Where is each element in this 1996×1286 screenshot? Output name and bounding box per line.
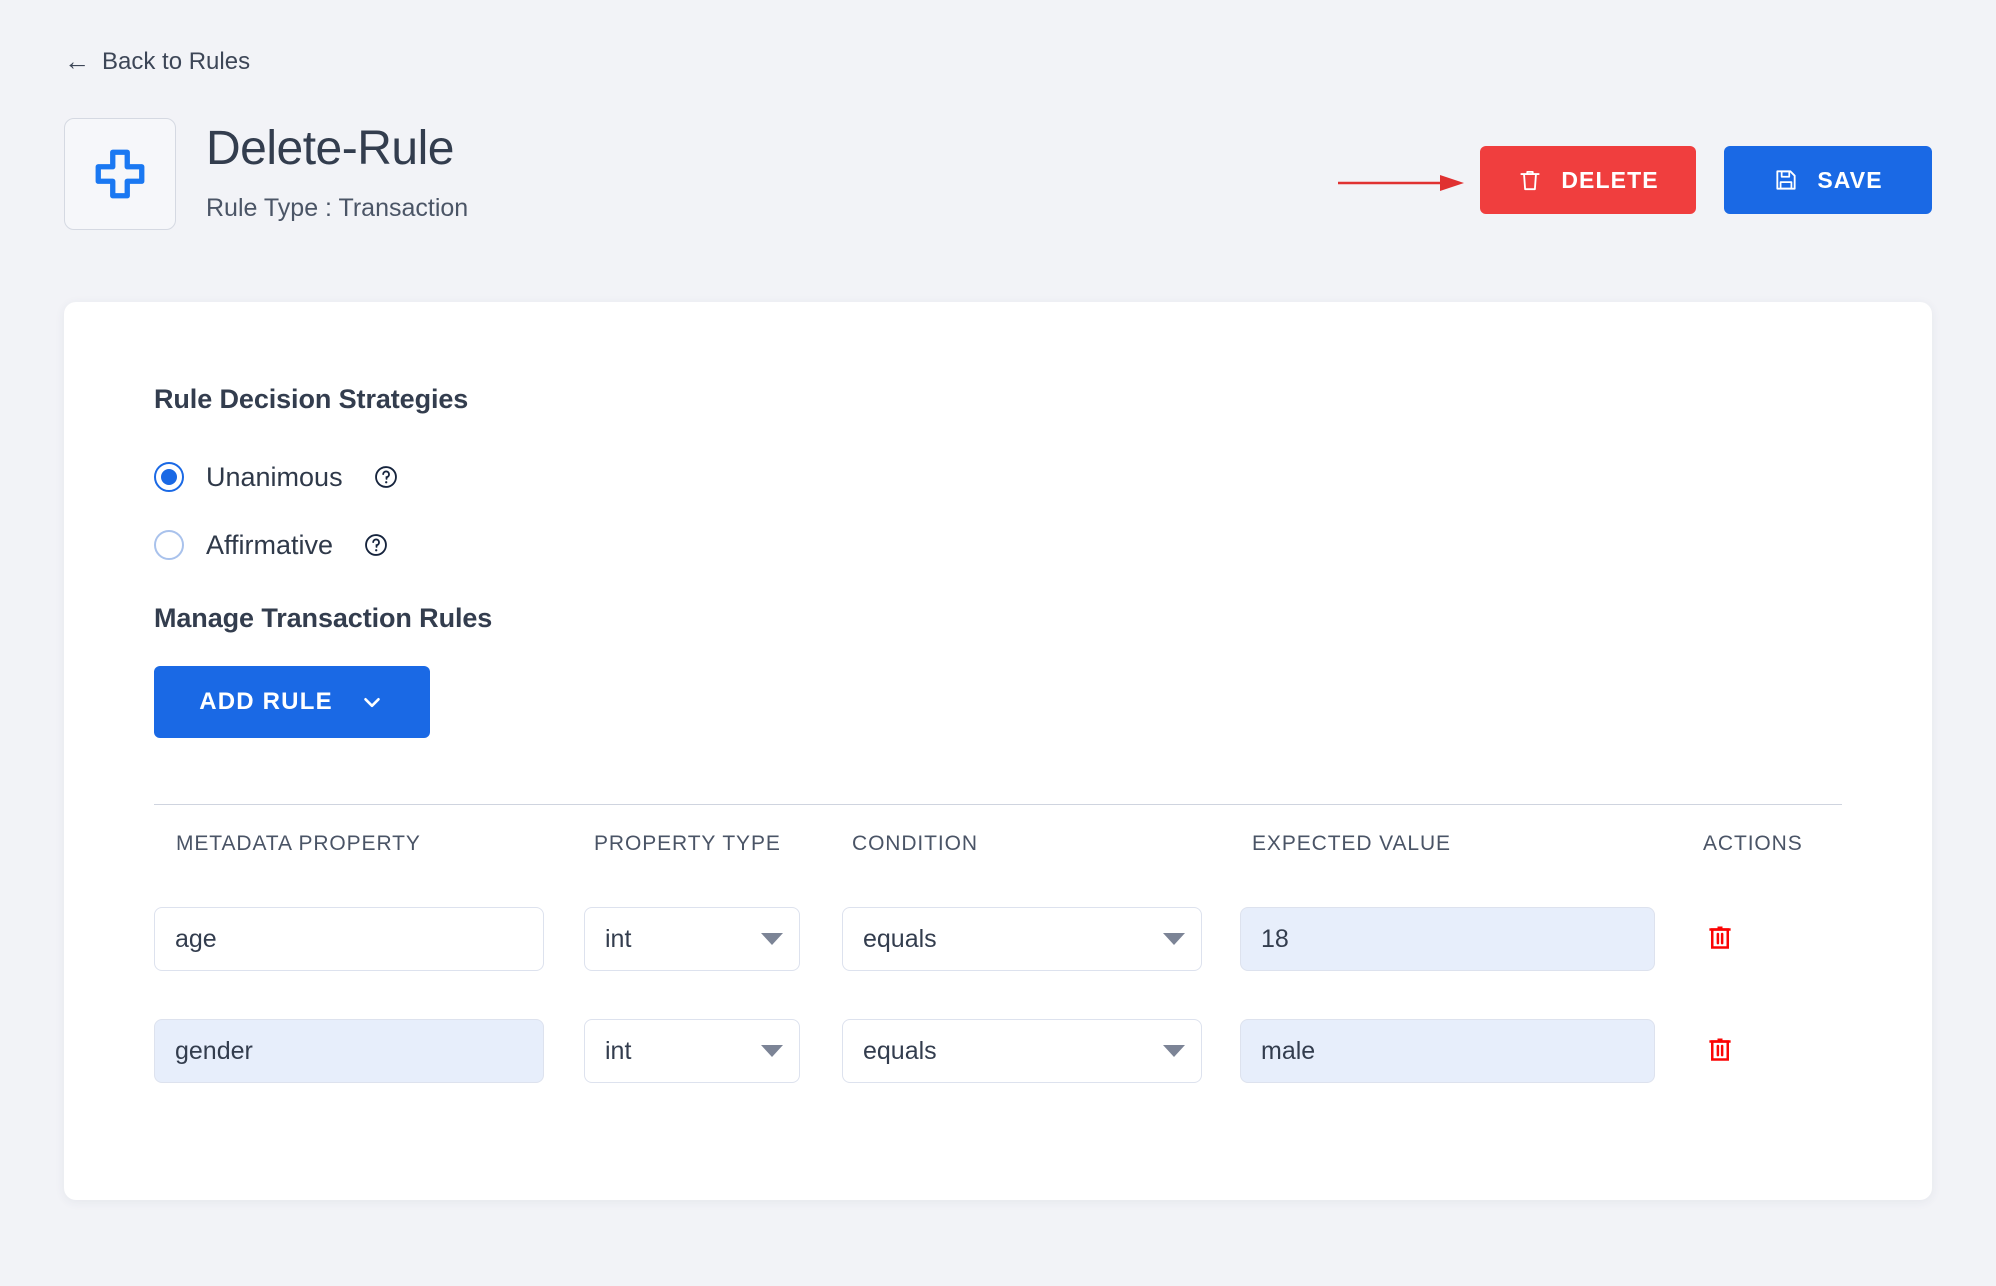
metadata-property-input-row-2[interactable]: gender: [154, 1019, 544, 1083]
trash-icon: [1709, 1038, 1731, 1061]
page-title: Delete-Rule: [206, 122, 454, 175]
column-header-expected-value: EXPECTED VALUE: [1252, 832, 1451, 855]
table-row: gender int equals male: [154, 995, 1842, 1107]
question-circle-icon-affirmative[interactable]: [363, 532, 389, 558]
question-circle-icon-unanimous[interactable]: [373, 464, 399, 490]
strategies-heading: Rule Decision Strategies: [154, 384, 469, 414]
table-row: age int equals 18: [154, 883, 1842, 995]
condition-select-row-1[interactable]: equals: [842, 907, 1202, 971]
save-button[interactable]: SAVE: [1724, 146, 1932, 214]
trash-icon: [1520, 170, 1540, 191]
trash-icon: [1709, 926, 1731, 949]
radio-option-affirmative[interactable]: Affirmative: [154, 517, 1932, 573]
radio-indicator-unanimous[interactable]: [154, 462, 184, 492]
add-rule-button[interactable]: ADD RULE: [154, 666, 430, 738]
column-header-metadata-property: METADATA PROPERTY: [176, 832, 421, 855]
delete-button[interactable]: DELETE: [1480, 146, 1696, 214]
expected-value-input-row-1[interactable]: 18: [1240, 907, 1655, 971]
add-rule-label: ADD RULE: [199, 688, 333, 715]
delete-row-button-row-2[interactable]: [1705, 1034, 1735, 1064]
condition-select-row-2[interactable]: equals: [842, 1019, 1202, 1083]
delete-row-button-row-1[interactable]: [1705, 922, 1735, 952]
back-to-rules-link[interactable]: ← Back to Rules: [64, 48, 250, 76]
rule-detail-page: ← Back to Rules Delete-Rule Rule Type : …: [0, 0, 1996, 1286]
arrow-left-icon: ←: [64, 46, 90, 76]
radio-dot: [161, 469, 177, 485]
radio-indicator-affirmative[interactable]: [154, 530, 184, 560]
property-type-value-row-2: int: [605, 1036, 632, 1065]
rules-table: METADATA PROPERTY PROPERTY TYPE CONDITIO…: [154, 804, 1842, 1107]
chevron-down-icon: [761, 933, 783, 945]
header-actions: DELETE SAVE: [1480, 146, 1932, 214]
blue-plus-cross-icon: [95, 149, 145, 199]
back-to-rules-label: Back to Rules: [102, 48, 251, 75]
manage-rules-heading: Manage Transaction Rules: [154, 603, 493, 633]
column-header-condition: CONDITION: [852, 832, 978, 855]
chevron-down-icon: [363, 697, 380, 708]
condition-value-row-1: equals: [863, 924, 937, 953]
radio-option-unanimous[interactable]: Unanimous: [154, 449, 1932, 505]
metadata-property-input-row-1[interactable]: age: [154, 907, 544, 971]
floppy-disk-save-icon: [1776, 170, 1796, 190]
chevron-down-icon: [1163, 933, 1185, 945]
condition-value-row-2: equals: [863, 1036, 937, 1065]
property-type-select-row-1[interactable]: int: [584, 907, 800, 971]
rule-type-subtitle: Rule Type : Transaction: [206, 194, 469, 223]
rule-content-card: Rule Decision Strategies Unanimous Affir…: [64, 302, 1932, 1200]
delete-button-label: DELETE: [1561, 166, 1659, 193]
radio-label-affirmative: Affirmative: [206, 529, 334, 560]
chevron-down-icon: [761, 1045, 783, 1057]
property-type-value-row-1: int: [605, 924, 632, 953]
strategy-radio-group: Unanimous Affirmative: [154, 449, 1932, 573]
radio-label-unanimous: Unanimous: [206, 461, 343, 492]
column-header-property-type: PROPERTY TYPE: [594, 832, 781, 855]
column-header-actions: ACTIONS: [1703, 832, 1803, 855]
chevron-down-icon: [1163, 1045, 1185, 1057]
rule-logo-box: [64, 118, 176, 230]
expected-value-input-row-2[interactable]: male: [1240, 1019, 1655, 1083]
save-button-label: SAVE: [1817, 166, 1883, 193]
table-header-row: METADATA PROPERTY PROPERTY TYPE CONDITIO…: [154, 805, 1842, 883]
property-type-select-row-2[interactable]: int: [584, 1019, 800, 1083]
